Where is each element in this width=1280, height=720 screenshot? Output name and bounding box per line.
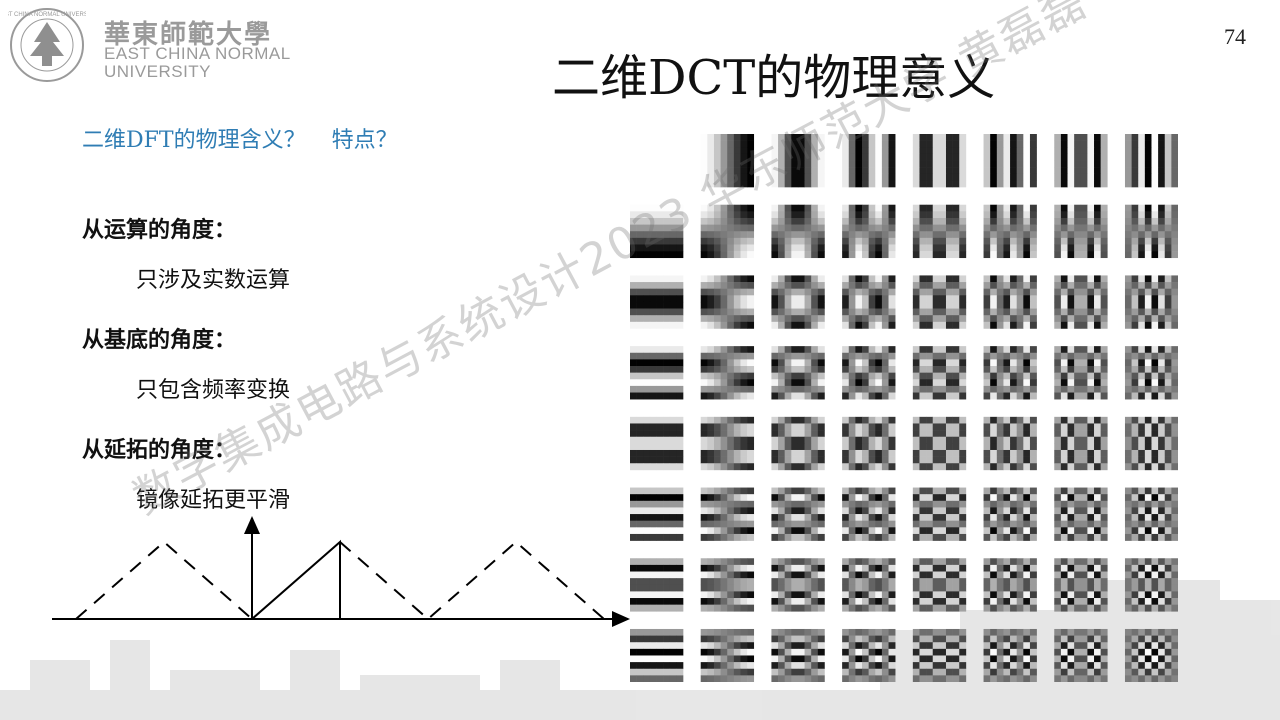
- dct-basis-1-1: [700, 204, 755, 259]
- section-heading-basis: 从基底的角度：: [82, 328, 237, 353]
- dct-basis-0-6: [1054, 134, 1108, 188]
- dct-basis-5-3: [842, 487, 896, 541]
- dct-basis-5-5: [983, 487, 1037, 541]
- dct-basis-5-6: [1054, 487, 1108, 541]
- section-text-extension: 镜像延拓更平滑: [136, 488, 291, 513]
- section-heading-extension: 从延拓的角度：: [82, 438, 237, 463]
- dct-basis-2-5: [983, 275, 1037, 329]
- dct-basis-5-1: [700, 487, 755, 541]
- dct-basis-2-1: [700, 275, 755, 329]
- dct-basis-7-2: [771, 628, 825, 682]
- dct-basis-7-0: [630, 628, 684, 682]
- question-line: 二维DFT的物理含义？ 特点？: [82, 122, 398, 154]
- dct-basis-5-2: [771, 487, 825, 541]
- page-number: 74: [1224, 24, 1246, 49]
- dct-basis-grid: [630, 134, 1178, 682]
- mirror-extension-diagram: [52, 516, 630, 627]
- dct-basis-5-7: [1124, 487, 1178, 541]
- dct-basis-2-6: [1054, 275, 1108, 329]
- dct-basis-7-7: [1124, 628, 1178, 682]
- dct-basis-3-3: [842, 346, 896, 400]
- dct-basis-6-6: [1054, 558, 1108, 612]
- dct-basis-6-5: [983, 558, 1037, 612]
- logo-name-english-line2: UNIVERSITY: [104, 62, 212, 81]
- dct-basis-1-5: [983, 204, 1037, 259]
- dct-basis-3-2: [771, 346, 825, 400]
- dct-basis-3-0: [630, 346, 684, 400]
- dct-basis-4-1: [700, 416, 755, 471]
- section-text-computation: 只涉及实数运算: [136, 268, 291, 293]
- dct-basis-4-0: [630, 416, 684, 471]
- dct-basis-0-7: [1124, 134, 1178, 188]
- dct-basis-4-4: [912, 416, 967, 471]
- question-meaning: 二维DFT的物理含义？: [82, 128, 306, 153]
- dct-basis-3-7: [1124, 346, 1178, 400]
- dct-basis-2-2: [771, 275, 825, 329]
- dct-basis-7-4: [912, 628, 967, 682]
- dct-basis-2-0: [630, 275, 684, 329]
- dct-basis-4-2: [771, 416, 825, 471]
- section-text-basis: 只包含频率变换: [136, 378, 291, 403]
- slide-title: 二维DCT的物理意义: [552, 50, 996, 106]
- dct-basis-4-6: [1054, 416, 1108, 471]
- university-seal-icon: EAST CHINA NORMAL UNIVERSITY: [8, 8, 86, 82]
- dct-basis-0-1: [700, 134, 755, 188]
- logo-name-english-line1: EAST CHINA NORMAL: [104, 44, 291, 63]
- dct-basis-1-0: [630, 204, 684, 259]
- dct-basis-6-2: [771, 558, 825, 612]
- dct-basis-3-4: [912, 346, 967, 400]
- dct-basis-6-3: [842, 558, 896, 612]
- dct-basis-5-0: [630, 487, 684, 541]
- dct-basis-1-2: [771, 204, 825, 259]
- dct-basis-1-4: [912, 204, 967, 259]
- dct-basis-3-5: [983, 346, 1037, 400]
- dct-basis-3-1: [700, 346, 755, 400]
- original-signal: [251, 539, 341, 620]
- dct-basis-2-3: [842, 275, 896, 329]
- dct-basis-7-1: [700, 628, 755, 682]
- dct-basis-4-7: [1124, 416, 1178, 471]
- mirrored-signal-left: [75, 540, 253, 620]
- dct-basis-6-0: [630, 558, 684, 612]
- dct-basis-0-2: [771, 134, 825, 188]
- dct-basis-1-3: [842, 204, 896, 259]
- dct-basis-6-7: [1124, 558, 1178, 612]
- dct-basis-2-7: [1124, 275, 1178, 329]
- dct-basis-6-1: [700, 558, 755, 612]
- dct-basis-7-6: [1054, 628, 1108, 682]
- mirrored-signal-right: [339, 540, 605, 621]
- svg-text:EAST CHINA NORMAL UNIVERSITY: EAST CHINA NORMAL UNIVERSITY: [8, 12, 86, 18]
- dct-basis-1-6: [1054, 204, 1108, 259]
- section-heading-computation: 从运算的角度：: [82, 218, 237, 243]
- dct-basis-0-4: [912, 134, 967, 188]
- slide: EAST CHINA NORMAL UNIVERSITY 華東師範大學 EAST…: [0, 0, 1280, 720]
- dct-basis-0-5: [983, 134, 1037, 188]
- dct-basis-2-4: [912, 275, 967, 329]
- dct-basis-6-4: [912, 558, 967, 612]
- university-logo: EAST CHINA NORMAL UNIVERSITY 華東師範大學 EAST…: [8, 6, 298, 84]
- dct-basis-3-6: [1054, 346, 1108, 400]
- dct-basis-7-3: [842, 628, 896, 682]
- dct-basis-4-5: [983, 416, 1037, 471]
- dct-basis-5-4: [912, 487, 967, 541]
- question-features: 特点？: [331, 128, 398, 153]
- dct-basis-4-3: [842, 416, 896, 471]
- dct-basis-1-7: [1124, 204, 1178, 259]
- dct-basis-0-3: [842, 134, 896, 188]
- dct-basis-7-5: [983, 628, 1037, 682]
